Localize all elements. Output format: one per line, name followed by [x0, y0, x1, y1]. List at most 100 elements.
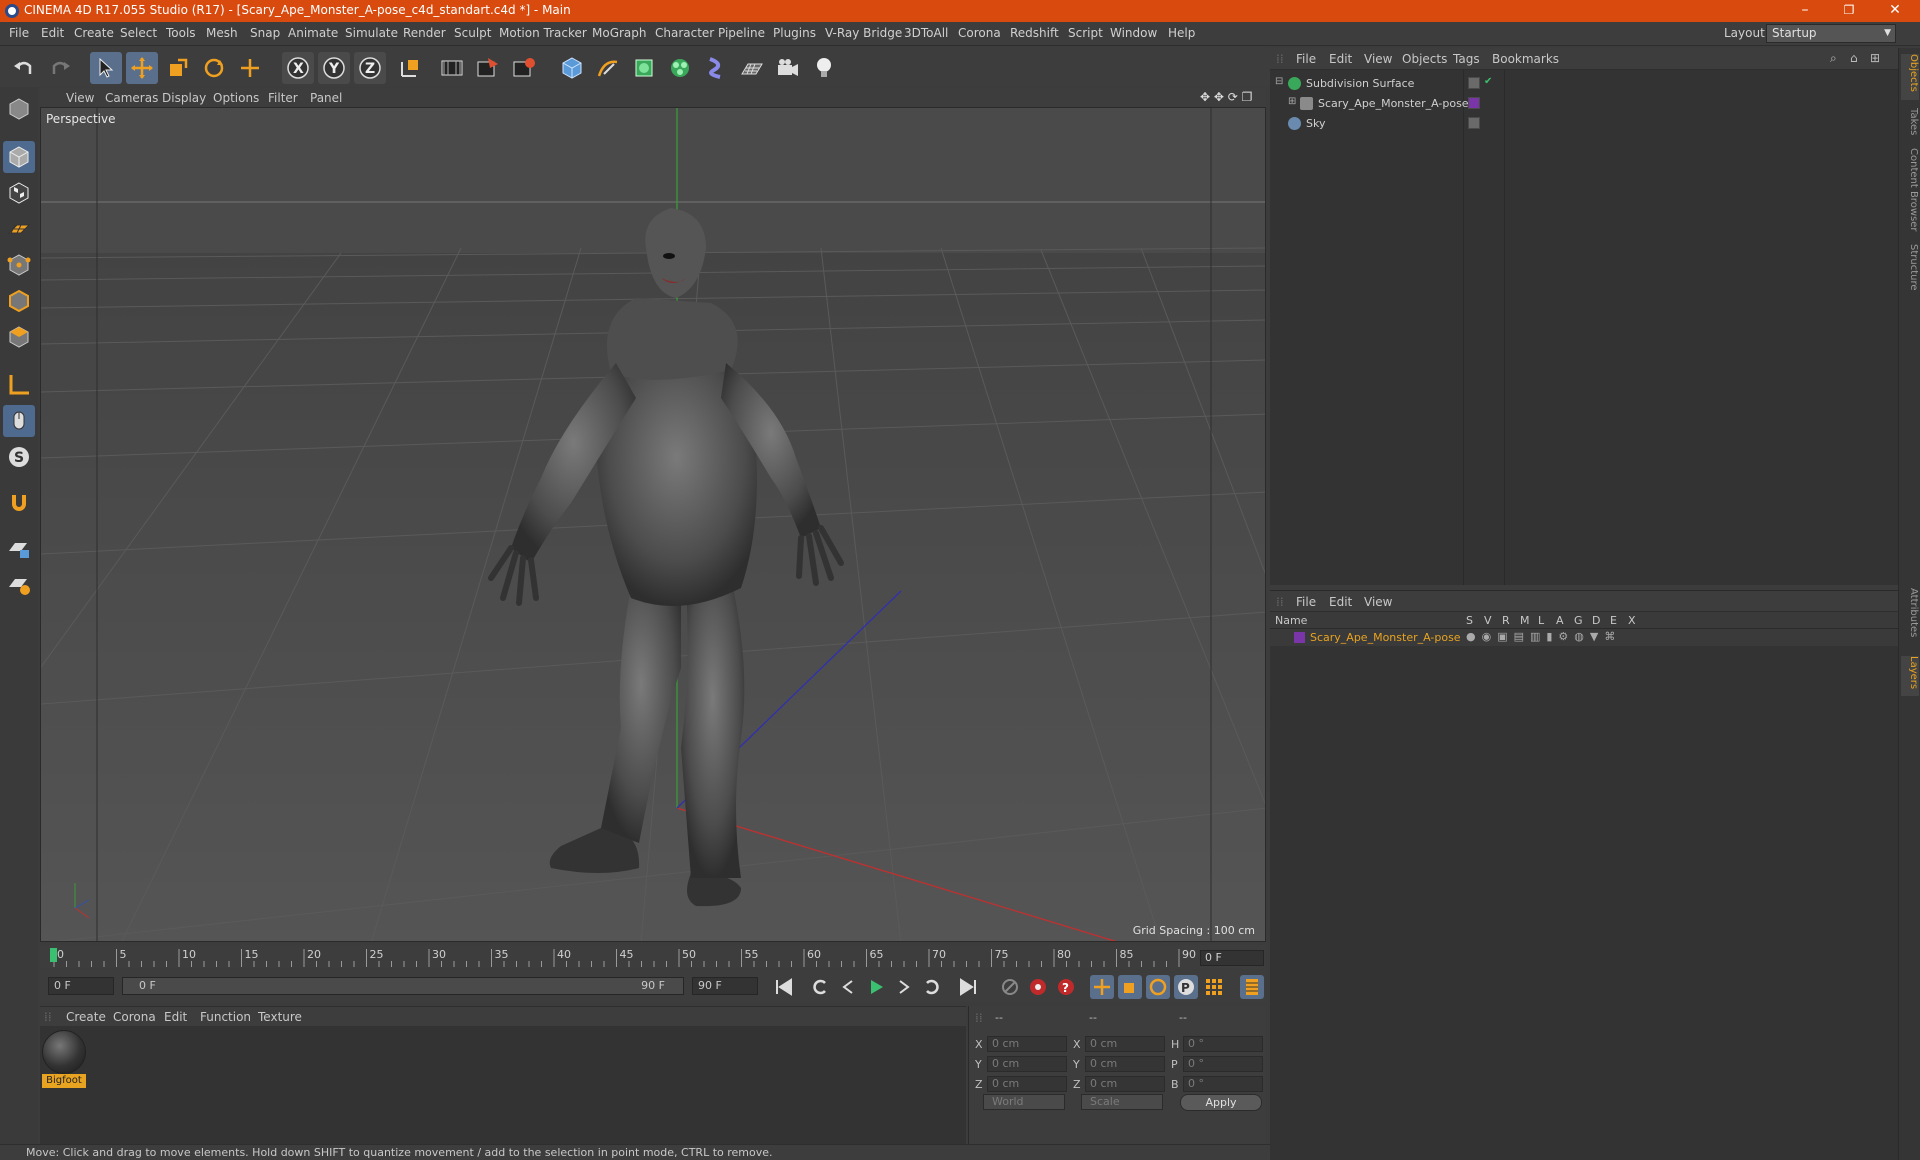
timeline-ruler[interactable]: 0 5 10 15 20 25 30 35 40 45 50 55 60 65 70 75 80 85 90 [40, 945, 1266, 969]
column-expressions[interactable]: E [1610, 614, 1617, 627]
start-frame-field[interactable]: 0 F [48, 977, 114, 995]
menu-snap[interactable]: Snap [250, 26, 280, 40]
object-row-subdivision-surface[interactable]: ⊟ Subdivision Surface ✔ [1270, 74, 1898, 93]
step-forward-button[interactable] [892, 975, 916, 999]
menu-motion-tracker[interactable]: Motion Tracker [499, 26, 587, 40]
enabled-check-icon[interactable]: ✔ [1484, 76, 1492, 87]
deformer-button[interactable] [700, 52, 732, 84]
column-view[interactable]: V [1484, 614, 1492, 627]
menu-create[interactable]: Create [74, 26, 114, 40]
menu-animate[interactable]: Animate [288, 26, 338, 40]
redo-button[interactable] [44, 52, 76, 84]
undo-button[interactable] [8, 52, 40, 84]
drag-handle-icon[interactable]: ⁞⁞ [1276, 52, 1284, 66]
viewport-menu-display[interactable]: Display [162, 91, 206, 105]
apply-button[interactable]: Apply [1180, 1094, 1262, 1111]
material-name-bigfoot[interactable]: Bigfoot [42, 1074, 86, 1088]
size-x-field[interactable]: 0 cm [1085, 1036, 1165, 1052]
tab-structure[interactable]: Structure [1901, 244, 1919, 300]
position-x-field[interactable]: 0 cm [987, 1036, 1067, 1052]
make-editable-button[interactable] [3, 93, 35, 125]
axis-mode-button[interactable] [3, 369, 35, 401]
size-z-field[interactable]: 0 cm [1085, 1076, 1165, 1092]
snap-button[interactable]: S [3, 441, 35, 473]
tab-takes[interactable]: Takes [1901, 108, 1919, 142]
playhead[interactable] [50, 948, 57, 962]
rotation-h-field[interactable]: 0 ° [1183, 1036, 1263, 1052]
key-scale-button[interactable] [1118, 975, 1142, 999]
menu-tools[interactable]: Tools [166, 26, 196, 40]
viewport-navigation-icons[interactable]: ✥ ✥ ⟳ ❐ [1200, 90, 1252, 104]
material-swatch-bigfoot[interactable] [42, 1030, 86, 1074]
layer-row-ape-monster[interactable]: Scary_Ape_Monster_A-pose ●◉▣▤▥▮⚙◍▼⌘ [1270, 629, 1898, 646]
layer-flag-icons[interactable]: ●◉▣▤▥▮⚙◍▼⌘ [1466, 630, 1621, 643]
texture-mode-button[interactable] [3, 177, 35, 209]
key-position-button[interactable] [1090, 975, 1114, 999]
menu-corona[interactable]: Corona [958, 26, 1001, 40]
key-point-level-button[interactable] [1202, 975, 1226, 999]
column-deformers[interactable]: D [1592, 614, 1600, 627]
scale-tool[interactable] [162, 52, 194, 84]
workplane-mode-button[interactable] [3, 213, 35, 245]
menu-select[interactable]: Select [120, 26, 157, 40]
column-manager[interactable]: M [1520, 614, 1530, 627]
render-settings-button[interactable] [508, 52, 540, 84]
go-to-end-button[interactable] [956, 975, 980, 999]
layers-menu-edit[interactable]: Edit [1329, 595, 1352, 609]
menu-sculpt[interactable]: Sculpt [454, 26, 491, 40]
y-axis-lock-button[interactable]: Y [318, 52, 350, 84]
object-row-sky[interactable]: Sky [1270, 114, 1898, 133]
preview-range-slider[interactable]: 0 F 90 F [122, 977, 684, 995]
objects-menu-file[interactable]: File [1296, 52, 1316, 66]
tweak-mode-button[interactable] [3, 405, 35, 437]
column-locked[interactable]: L [1538, 614, 1544, 627]
autokey-button[interactable]: ? [1054, 975, 1078, 999]
loop-button[interactable] [808, 975, 832, 999]
search-icon[interactable]: ⌕ [1830, 51, 1837, 66]
key-parameter-button[interactable]: P [1174, 975, 1198, 999]
object-row-ape-monster[interactable]: ⊞ Scary_Ape_Monster_A-pose [1270, 94, 1898, 113]
edges-mode-button[interactable] [3, 285, 35, 317]
menu-window[interactable]: Window [1110, 26, 1157, 40]
loop-forward-button[interactable] [920, 975, 944, 999]
material-menu-create[interactable]: Create [66, 1010, 106, 1024]
layer-name[interactable]: Scary_Ape_Monster_A-pose [1310, 631, 1461, 644]
layer-color-swatch[interactable] [1468, 97, 1480, 109]
layers-menu-view[interactable]: View [1364, 595, 1392, 609]
viewport-menu-view[interactable]: View [66, 91, 94, 105]
expand-icon[interactable]: ⊞ [1288, 96, 1296, 107]
column-xref[interactable]: X [1628, 614, 1636, 627]
object-name[interactable]: Subdivision Surface [1306, 77, 1414, 90]
menu-script[interactable]: Script [1068, 26, 1103, 40]
move-tool[interactable] [126, 52, 158, 84]
model-mode-button[interactable] [3, 141, 35, 173]
panel-options-icon[interactable]: ⊞ [1870, 51, 1880, 65]
render-to-picture-viewer-button[interactable] [472, 52, 504, 84]
column-animation[interactable]: A [1556, 614, 1564, 627]
menu-edit[interactable]: Edit [41, 26, 64, 40]
locked-workplane-button[interactable] [3, 533, 35, 565]
render-view-button[interactable] [436, 52, 468, 84]
tab-attributes[interactable]: Attributes [1901, 588, 1919, 648]
tab-objects[interactable]: Objects [1901, 54, 1919, 100]
drag-handle-icon[interactable]: ⁞⁞ [975, 1011, 983, 1025]
light-button[interactable] [808, 52, 840, 84]
play-button[interactable] [864, 975, 888, 999]
record-button[interactable] [1026, 975, 1050, 999]
layout-dropdown[interactable]: Startup ▼ [1766, 24, 1896, 43]
points-mode-button[interactable] [3, 249, 35, 281]
drag-handle-icon[interactable]: ⁞⁞ [1276, 595, 1284, 609]
column-name[interactable]: Name [1275, 614, 1307, 627]
cube-object-button[interactable] [556, 52, 588, 84]
viewport-menu-options[interactable]: Options [213, 91, 259, 105]
position-z-field[interactable]: 0 cm [987, 1076, 1067, 1092]
polygons-mode-button[interactable] [3, 321, 35, 353]
menu-redshift[interactable]: Redshift [1010, 26, 1059, 40]
spline-pen-button[interactable] [592, 52, 624, 84]
column-generators[interactable]: G [1574, 614, 1583, 627]
coordinate-system-button[interactable] [394, 52, 426, 84]
viewport-menu-filter[interactable]: Filter [268, 91, 298, 105]
subdivision-surface-button[interactable] [628, 52, 660, 84]
menu-render[interactable]: Render [403, 26, 446, 40]
coordinate-space-dropdown[interactable]: World [983, 1094, 1065, 1110]
